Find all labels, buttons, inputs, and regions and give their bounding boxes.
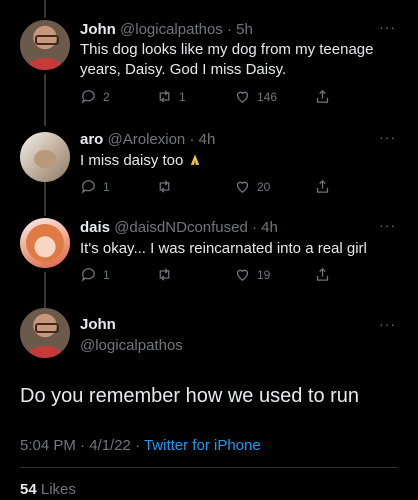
tweet-time[interactable]: · 5h	[227, 21, 253, 38]
heart-icon	[236, 269, 249, 281]
author-name[interactable]: John	[80, 316, 116, 333]
reply-count: 1	[103, 179, 110, 194]
author-handle[interactable]: @daisdNDconfused	[114, 219, 248, 236]
like-count: 146	[257, 89, 278, 104]
tweet-header: John @logicalpathos · 5h	[80, 21, 253, 38]
folded-hands-icon	[190, 154, 199, 165]
author-name[interactable]: dais	[80, 219, 110, 236]
reply-button[interactable]: 1	[80, 266, 110, 283]
avatar-pet	[34, 150, 56, 168]
main-tweet-text: Do you remember how we used to run	[20, 385, 360, 407]
avatar-glasses	[35, 323, 59, 333]
author-name[interactable]: John	[80, 21, 116, 38]
author-name[interactable]: aro	[80, 131, 103, 148]
tweet-time[interactable]: · 4h	[252, 219, 278, 236]
author-handle[interactable]: @logicalpathos	[120, 21, 223, 38]
like-button[interactable]: 19	[234, 266, 270, 283]
share-button[interactable]	[314, 266, 331, 283]
tweet-text: This dog looks like my dog from my teena…	[80, 41, 374, 78]
avatar-character	[26, 224, 64, 262]
author-handle[interactable]: @logicalpathos	[80, 337, 183, 354]
tweet-text: It's okay... I was reincarnated into a r…	[80, 240, 367, 257]
tweet-actions: 1 20	[80, 178, 340, 198]
reply-icon	[81, 180, 95, 194]
heart-icon	[236, 181, 249, 193]
avatar-shirt	[28, 58, 62, 70]
more-icon[interactable]: ···	[379, 129, 396, 145]
retweet-button[interactable]: 1	[156, 88, 186, 105]
avatar-shirt	[28, 346, 62, 358]
heart-icon	[236, 91, 249, 103]
retweet-button[interactable]	[156, 178, 179, 195]
share-button[interactable]	[314, 88, 331, 105]
avatar[interactable]	[20, 20, 70, 70]
retweet-icon	[159, 180, 170, 193]
reply-count: 2	[103, 89, 110, 104]
reply-icon	[81, 268, 95, 282]
tweet-text: I miss daisy too	[80, 151, 400, 171]
share-button[interactable]	[314, 178, 331, 195]
tweet[interactable]: John @logicalpathos · 5h ··· This dog lo…	[0, 0, 418, 126]
reply-button[interactable]: 2	[80, 88, 110, 105]
tweet-actions: 1 19	[80, 266, 340, 286]
tweet-header: dais @daisdNDconfused · 4h	[80, 219, 278, 236]
retweet-icon	[159, 90, 170, 103]
more-icon[interactable]: ···	[379, 19, 396, 35]
retweet-count: 1	[179, 89, 186, 104]
reply-button[interactable]: 1	[80, 178, 110, 195]
avatar[interactable]	[20, 132, 70, 182]
tweet-timestamp[interactable]: 5:04 PM · 4/1/22 ·	[20, 437, 144, 454]
like-button[interactable]: 20	[234, 178, 270, 195]
likes-count: 54	[20, 481, 37, 498]
like-count: 20	[257, 179, 271, 194]
retweet-button[interactable]	[156, 266, 179, 283]
retweet-icon	[159, 268, 170, 281]
tweet-actions: 2 1 146	[80, 88, 340, 108]
likes-summary[interactable]: 54 Likes	[20, 481, 76, 498]
likes-label: Likes	[40, 481, 76, 498]
share-icon	[316, 267, 329, 281]
tweet-time[interactable]: · 4h	[189, 131, 215, 148]
tweet-metadata: 5:04 PM · 4/1/22 · Twitter for iPhone	[20, 437, 261, 454]
tweet-source-link[interactable]: Twitter for iPhone	[144, 437, 261, 454]
tweet-text-content: I miss daisy too	[80, 152, 184, 169]
like-count: 19	[257, 267, 271, 282]
tweet[interactable]: dais @daisdNDconfused · 4h ··· It's okay…	[0, 216, 418, 308]
divider	[20, 467, 398, 468]
tweet-header: aro @Arolexion · 4h	[80, 131, 215, 148]
avatar[interactable]	[20, 308, 70, 358]
avatar[interactable]	[20, 218, 70, 268]
avatar-glasses	[35, 35, 59, 45]
share-icon	[316, 89, 329, 103]
tweet[interactable]: aro @Arolexion · 4h ··· I miss daisy too…	[0, 126, 418, 216]
reply-icon	[81, 90, 95, 104]
reply-count: 1	[103, 267, 110, 282]
share-icon	[316, 179, 329, 193]
author-handle[interactable]: @Arolexion	[108, 131, 186, 148]
more-icon[interactable]: ···	[379, 217, 396, 233]
like-button[interactable]: 146	[234, 88, 277, 105]
more-icon[interactable]: ···	[379, 316, 396, 332]
author-name-row: John	[80, 316, 116, 333]
